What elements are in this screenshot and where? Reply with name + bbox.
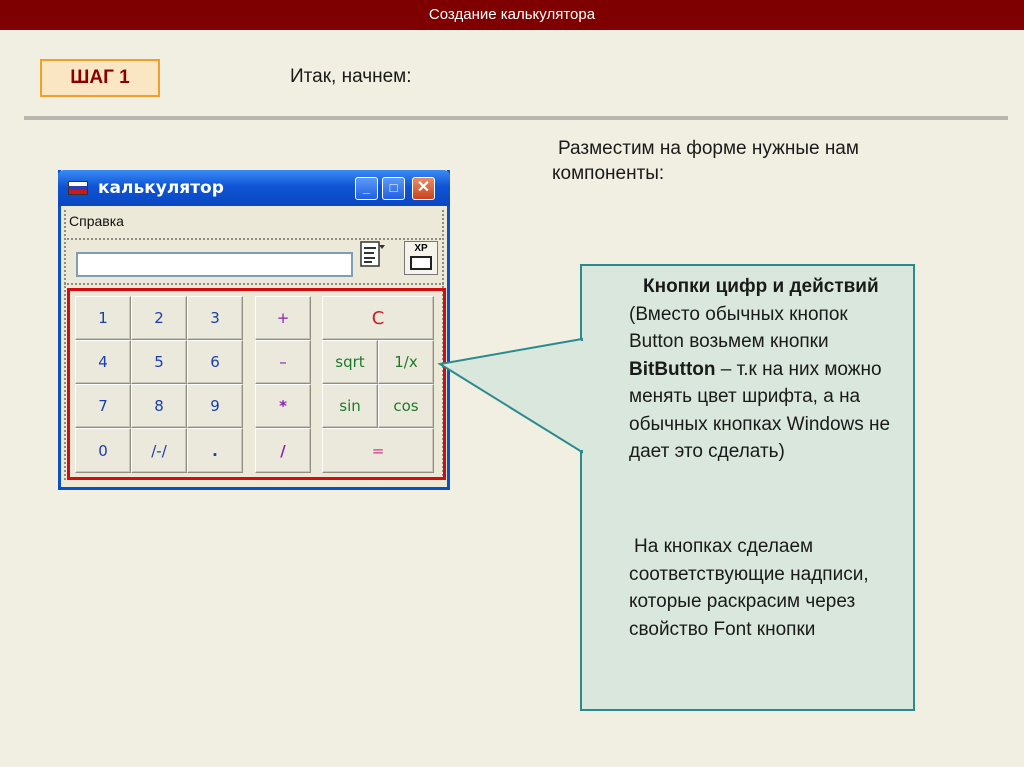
close-button[interactable]: ✕	[412, 177, 435, 200]
flag-icon	[68, 181, 88, 195]
display-edit[interactable]	[76, 252, 353, 277]
xp-icon-label: XP	[414, 243, 428, 254]
form-grid-line	[64, 283, 444, 285]
form-grid-line	[64, 210, 66, 480]
slide-header: Создание калькулятора	[0, 0, 1024, 30]
callout-bitbutton: BitButton	[629, 358, 716, 380]
divider	[24, 116, 1008, 120]
callout-text-c: На кнопках сделаем соответствующие надпи…	[629, 536, 869, 640]
intro-text: Итак, начнем:	[290, 66, 412, 87]
maximize-button[interactable]: □	[382, 177, 405, 200]
step-badge: ШАГ 1	[40, 59, 160, 97]
window-title: калькулятор	[98, 178, 224, 198]
callout-lead: Кнопки цифр и действий	[643, 276, 879, 297]
buttons-highlight-frame	[67, 288, 446, 480]
window-titlebar[interactable]: калькулятор _ □ ✕	[58, 170, 450, 206]
callout-paragraph-2: На кнопках сделаем соответствующие надпи…	[629, 533, 904, 643]
form-grid-line	[64, 238, 444, 240]
callout-text-a: (Вместо обычных кнопок Button возьмем кн…	[629, 303, 848, 353]
minimize-button[interactable]: _	[355, 177, 378, 200]
xp-manifest-component-icon[interactable]: XP	[404, 241, 438, 275]
instruction-text: Разместим на форме нужные нам компоненты…	[552, 138, 859, 184]
window-icon	[410, 256, 432, 270]
callout-paragraph-1: Кнопки цифр и действий (Вместо обычных к…	[629, 273, 904, 466]
main-menu-component-icon[interactable]	[360, 241, 386, 269]
slide-title: Создание калькулятора	[428, 6, 596, 23]
menu-item-help[interactable]: Справка	[69, 213, 124, 229]
